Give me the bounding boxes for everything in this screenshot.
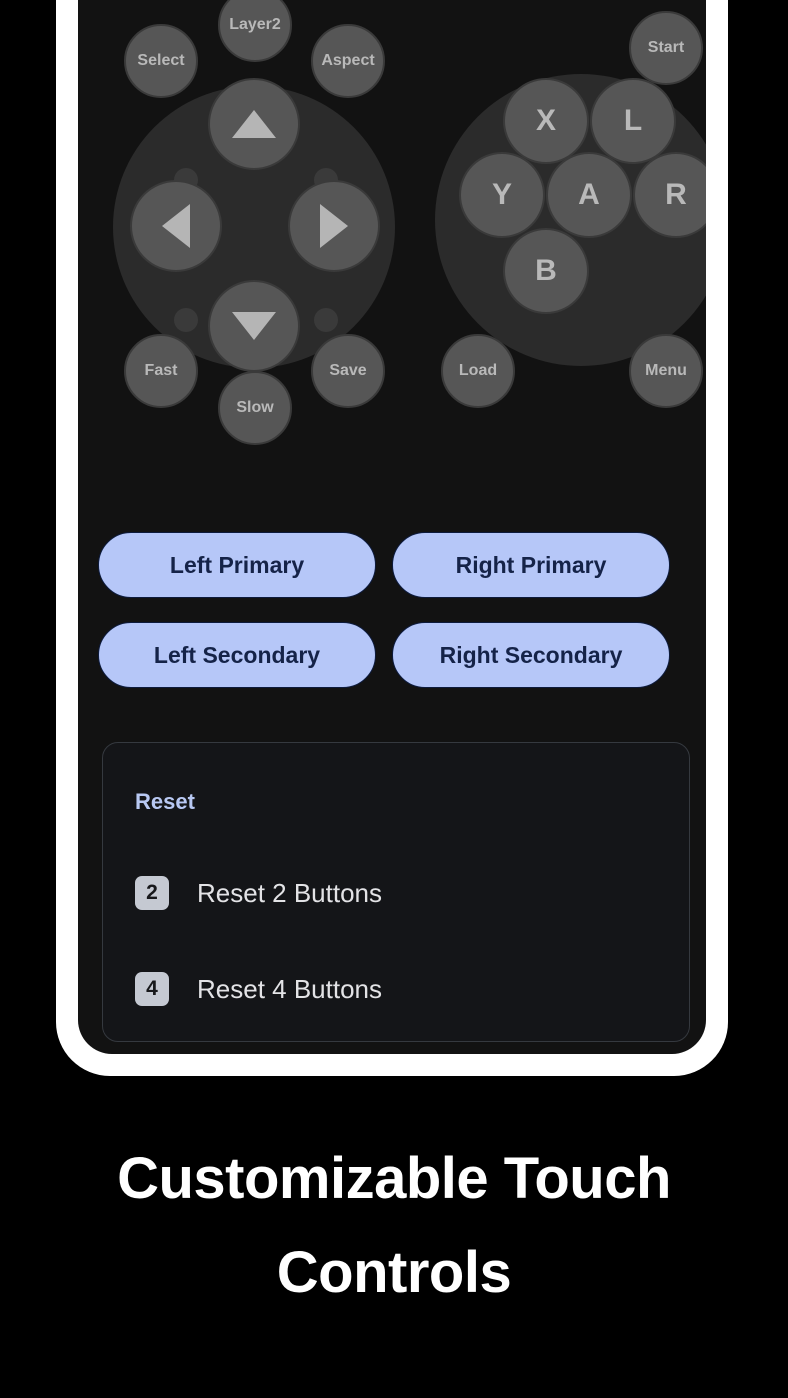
arrow-left-icon — [162, 204, 190, 248]
promo-caption: Customizable Touch Controls — [0, 1132, 788, 1320]
left-primary-label: Left Primary — [169, 551, 305, 578]
right-secondary-label: Right Secondary — [439, 641, 623, 668]
dpad-diagonal-dot-downright[interactable] — [314, 308, 338, 332]
load-button-label: Load — [458, 362, 498, 379]
dpad-down-button[interactable] — [208, 280, 300, 372]
y-button[interactable]: Y — [459, 152, 545, 238]
select-button-label: Select — [137, 52, 185, 69]
load-button[interactable]: Load — [441, 334, 515, 408]
phone-mockup-frame: Select Layer2 Aspect Fast Slow Save Star… — [56, 0, 728, 1076]
a-button[interactable]: A — [546, 152, 632, 238]
a-button-label: A — [578, 178, 600, 211]
left-secondary-button[interactable]: Left Secondary — [98, 622, 376, 688]
left-secondary-label: Left Secondary — [153, 641, 321, 668]
dpad-right-button[interactable] — [288, 180, 380, 272]
menu-button-label: Menu — [645, 362, 687, 379]
b-button-label: B — [535, 254, 557, 287]
touch-controller-overlay: Select Layer2 Aspect Fast Slow Save Star… — [78, 0, 706, 518]
right-primary-label: Right Primary — [455, 551, 607, 578]
assignment-pill-grid: Left Primary Right Primary Left Secondar… — [98, 532, 706, 688]
b-button[interactable]: B — [503, 228, 589, 314]
slow-button-label: Slow — [236, 399, 274, 416]
dpad-up-button[interactable] — [208, 78, 300, 170]
caption-line-1: Customizable Touch — [117, 1146, 671, 1211]
fast-button[interactable]: Fast — [124, 334, 198, 408]
save-button-label: Save — [329, 362, 367, 379]
save-button[interactable]: Save — [311, 334, 385, 408]
start-button-label: Start — [647, 39, 685, 56]
l-button-label: L — [623, 104, 643, 137]
reset-section-card: Reset 2 Reset 2 Buttons 4 Reset 4 Button… — [102, 742, 690, 1042]
caption-line-2: Controls — [276, 1239, 512, 1305]
l-button[interactable]: L — [590, 78, 676, 164]
slow-button[interactable]: Slow — [218, 371, 292, 445]
select-button[interactable]: Select — [124, 24, 198, 98]
layer2-button[interactable]: Layer2 — [218, 0, 292, 62]
x-button[interactable]: X — [503, 78, 589, 164]
reset-4-buttons-label: Reset 4 Buttons — [197, 973, 382, 1004]
arrow-right-icon — [320, 204, 348, 248]
dpad-left-button[interactable] — [130, 180, 222, 272]
fast-button-label: Fast — [144, 362, 178, 379]
reset-section-title: Reset — [135, 789, 195, 814]
layer2-button-label: Layer2 — [229, 16, 281, 33]
dpad-diagonal-dot-downleft[interactable] — [174, 308, 198, 332]
arrow-down-icon — [232, 312, 276, 340]
start-button[interactable]: Start — [629, 11, 703, 85]
left-primary-button[interactable]: Left Primary — [98, 532, 376, 598]
menu-button[interactable]: Menu — [629, 334, 703, 408]
aspect-button-label: Aspect — [321, 52, 375, 69]
number-4-badge-icon: 4 — [135, 972, 169, 1006]
reset-2-buttons-label: Reset 2 Buttons — [197, 877, 382, 908]
right-primary-button[interactable]: Right Primary — [392, 532, 670, 598]
r-button-label: R — [665, 178, 687, 211]
reset-2-buttons-row[interactable]: 2 Reset 2 Buttons — [103, 845, 689, 941]
right-secondary-button[interactable]: Right Secondary — [392, 622, 670, 688]
number-2-badge-icon: 2 — [135, 876, 169, 910]
phone-screen: Select Layer2 Aspect Fast Slow Save Star… — [78, 0, 706, 1054]
y-button-label: Y — [491, 178, 512, 211]
x-button-label: X — [535, 104, 556, 137]
aspect-button[interactable]: Aspect — [311, 24, 385, 98]
reset-4-buttons-row[interactable]: 4 Reset 4 Buttons — [103, 941, 689, 1037]
arrow-up-icon — [232, 110, 276, 138]
